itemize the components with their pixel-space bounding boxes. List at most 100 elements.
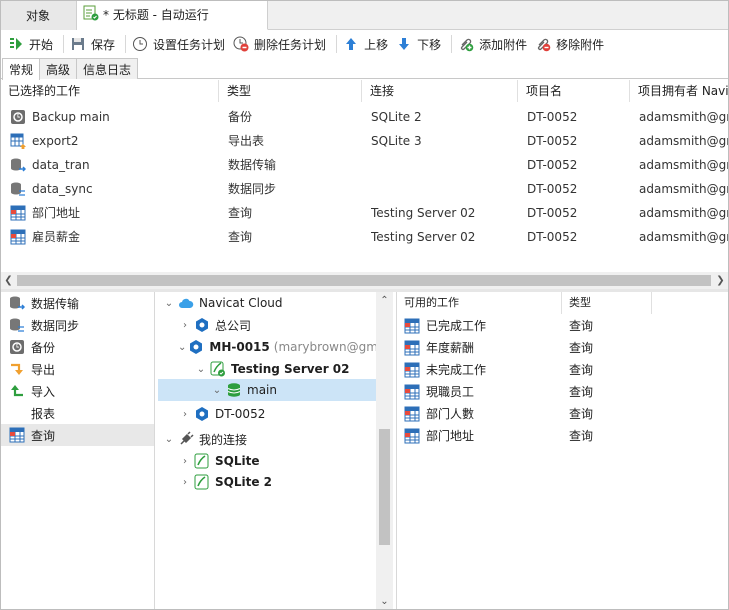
scroll-right-arrow-icon[interactable]: ❯ [712,272,729,289]
available-job-name: 現職员工 [426,385,475,399]
scroll-left-arrow-icon[interactable]: ❮ [0,272,17,289]
job-type: 导出表 [228,134,265,148]
table-row[interactable]: data_tran 数据传输 DT-0052 adamsmith@gmail [0,153,729,177]
column-header-owner[interactable]: 项目拥有者 Navi [630,80,729,102]
list-item[interactable]: 未完成工作 查询 [397,359,729,381]
sqlite-connection-icon [210,361,226,377]
job-connection [371,177,516,201]
tree-node-sqlite-2[interactable]: › SQLite 2 [158,471,376,493]
table-row[interactable]: data_sync 数据同步 DT-0052 adamsmith@gmail [0,177,729,201]
available-job-cell: 部门人數 [404,403,559,425]
move-up-button[interactable]: 上移 [341,32,394,56]
move-down-button[interactable]: 下移 [394,32,447,56]
scroll-up-arrow-icon[interactable]: ⌃ [376,292,393,309]
table-row[interactable]: Backup main 备份 SQLite 2 DT-0052 adamsmith@gm… [0,105,729,129]
remove-attachment-button[interactable]: 移除附件 [533,32,610,56]
vertical-scrollbar[interactable]: ⌃ ⌄ [376,292,393,610]
chevron-down-icon[interactable]: ⌄ [162,298,176,309]
category-data-transfer[interactable]: 数据传输 [0,292,154,314]
available-job-name: 部门地址 [426,429,475,443]
column-header-selected-jobs[interactable]: 已选择的工作 [0,80,219,102]
project-icon [194,406,210,422]
tree-node-navicat-cloud[interactable]: ⌄ Navicat Cloud [158,292,376,314]
tree-node-label: 总公司 [215,318,252,333]
tree-node-my-connections[interactable]: ⌄ 我的连接 [158,428,376,450]
scrollbar-thumb[interactable] [379,429,390,545]
chevron-right-icon[interactable]: › [178,409,192,420]
save-button[interactable]: 保存 [68,32,121,56]
chevron-right-icon[interactable]: › [178,320,192,331]
data-transfer-icon [10,157,26,173]
tab-advanced-label: 高级 [46,62,71,77]
add-attachment-button[interactable]: 添加附件 [456,32,533,56]
tab-message-log[interactable]: 信息日志 [76,58,139,79]
list-item[interactable]: 部门人數 查询 [397,403,729,425]
job-connection [371,153,516,177]
scrollbar-thumb[interactable] [17,275,711,286]
clock-icon [132,36,148,52]
tree-node-dt-0052[interactable]: › DT-0052 [158,403,376,425]
tab-general[interactable]: 常规 [2,58,41,80]
tree-node-label: SQLite 2 [215,475,273,489]
column-header-type[interactable]: 类型 [562,292,652,314]
available-job-type: 查询 [569,407,594,421]
category-backup[interactable]: 备份 [0,336,154,358]
tree-node-hq[interactable]: › 总公司 [158,314,376,336]
column-header-project[interactable]: 项目名 [518,80,630,102]
column-header-type[interactable]: 类型 [219,80,362,102]
available-job-cell: 未完成工作 [404,359,559,381]
chevron-down-icon[interactable]: ⌄ [178,342,186,353]
job-type: 数据同步 [228,182,277,196]
toolbar-divider [336,35,338,53]
save-icon [70,36,86,52]
category-import[interactable]: 导入 [0,380,154,402]
tab-advanced[interactable]: 高级 [39,58,78,79]
chevron-right-icon[interactable]: › [178,477,192,488]
scroll-down-arrow-icon[interactable]: ⌄ [376,593,393,610]
query-icon [9,427,25,443]
horizontal-scrollbar[interactable]: ❮ ❯ [0,272,729,289]
job-project: DT-0052 [527,206,578,220]
tree-node-mh-0015[interactable]: ⌄ MH-0015 (marybrown@gmail [158,336,378,358]
list-item[interactable]: 現職员工 查询 [397,381,729,403]
tree-node-main[interactable]: ⌄ main [158,379,376,401]
table-row[interactable]: 雇员薪金 查询 Testing Server 02 DT-0052 adamsmith@… [0,225,729,249]
table-row[interactable]: 部门地址 查询 Testing Server 02 DT-0052 adamsmith@… [0,201,729,225]
chevron-right-icon[interactable]: › [178,456,192,467]
tree-node-sqlite[interactable]: › SQLite [158,450,376,472]
settings-tabs: 常规 高级 信息日志 [0,58,729,80]
table-row[interactable]: export2 导出表 SQLite 3 DT-0052 adamsmith@gmail [0,129,729,153]
job-name-cell: 雇员薪金 [10,225,215,249]
chevron-down-icon[interactable]: ⌄ [194,364,208,375]
column-header-label: 已选择的工作 [8,84,81,98]
job-project: DT-0052 [527,110,578,124]
category-data-sync[interactable]: 数据同步 [0,314,154,336]
available-job-name: 已完成工作 [426,319,487,333]
list-item[interactable]: 部门地址 查询 [397,425,729,447]
chevron-down-icon[interactable]: ⌄ [162,434,176,445]
available-job-type: 查询 [569,385,594,399]
category-label: 查询 [31,428,56,443]
tree-node-owner: (marybrown@gmail [273,340,378,354]
category-label: 数据传输 [31,296,80,311]
tree-node-testing-server[interactable]: ⌄ Testing Server 02 [158,358,376,380]
list-item[interactable]: 年度薪酬 查询 [397,337,729,359]
category-query[interactable]: 查询 [0,424,154,446]
column-header-available-jobs[interactable]: 可用的工作 [397,292,562,314]
start-button[interactable]: 开始 [6,32,59,56]
query-icon [404,362,420,378]
list-item[interactable]: 已完成工作 查询 [397,315,729,337]
category-report[interactable]: 报表 [0,402,154,424]
delete-schedule-button[interactable]: 删除任务计划 [231,32,332,56]
toolbar-divider [451,35,453,53]
category-export[interactable]: 导出 [0,358,154,380]
remove-attachment-label: 移除附件 [556,37,605,52]
column-header-connection[interactable]: 连接 [362,80,518,102]
job-project: DT-0052 [527,158,578,172]
tab-automation[interactable]: * 无标题 - 自动运行 [77,0,268,30]
move-up-label: 上移 [364,37,389,52]
tab-objects[interactable]: 对象 [0,0,77,30]
set-schedule-button[interactable]: 设置任务计划 [130,32,231,56]
job-name: 部门地址 [32,206,81,220]
chevron-down-icon[interactable]: ⌄ [210,385,224,396]
